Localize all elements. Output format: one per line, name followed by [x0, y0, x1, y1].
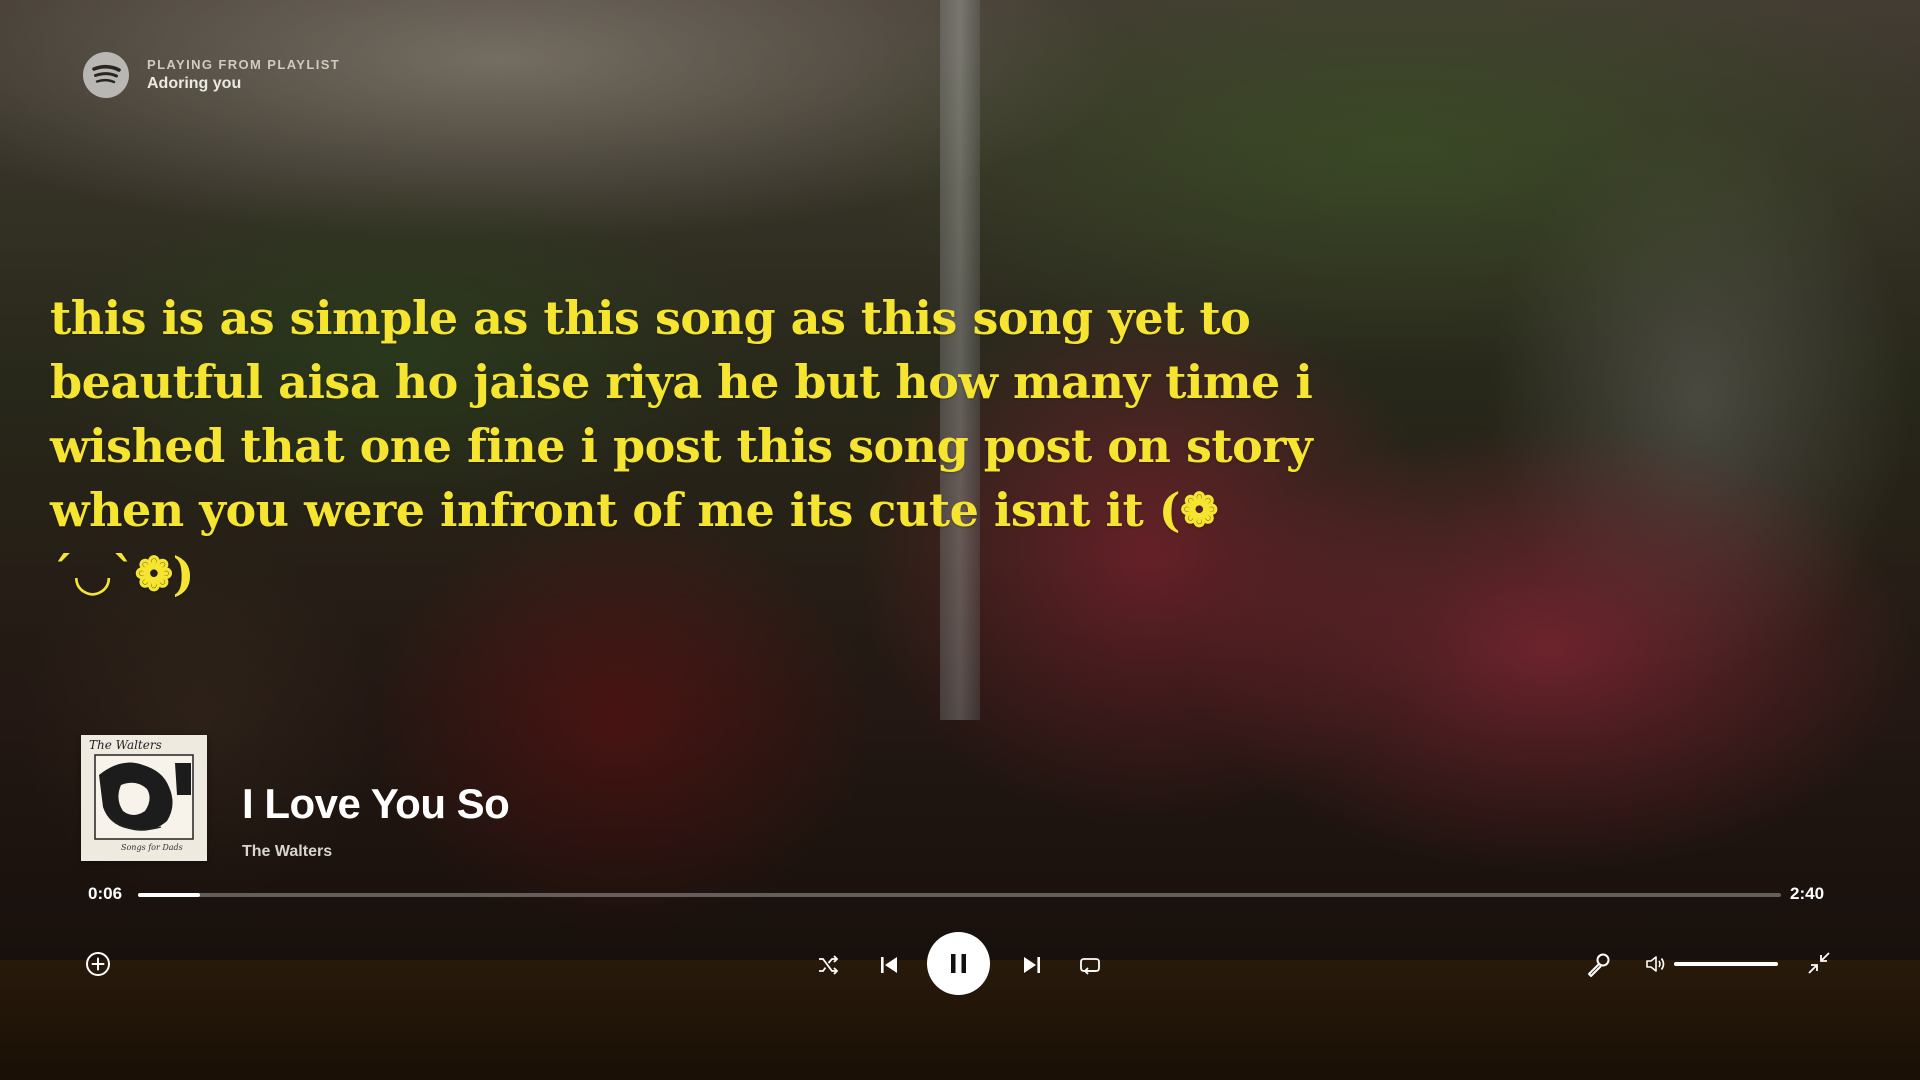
microphone-icon — [1588, 953, 1610, 977]
elapsed-time: 0:06 — [88, 884, 123, 903]
skip-previous-icon — [881, 957, 897, 973]
shuffle-button[interactable] — [816, 953, 840, 977]
volume-slider[interactable] — [1674, 962, 1778, 966]
track-title[interactable]: I Love You So — [242, 780, 510, 828]
next-button[interactable] — [1020, 953, 1044, 977]
playing-context[interactable]: PLAYING FROM PLAYLIST Adoring you — [83, 52, 340, 98]
repeat-icon — [1080, 958, 1100, 975]
volume-fill — [1674, 962, 1778, 966]
previous-button[interactable] — [877, 953, 901, 977]
plus-circle-icon — [86, 952, 110, 976]
volume-button[interactable] — [1644, 953, 1666, 975]
progress-bar[interactable] — [138, 893, 1781, 897]
lyrics-text: this is as simple as this song as this s… — [50, 291, 1313, 601]
album-art-subtitle: Songs for Dads — [121, 843, 183, 852]
album-art[interactable]: The Walters Songs for Dads — [81, 735, 207, 861]
skip-next-icon — [1024, 957, 1040, 973]
shuffle-icon — [819, 955, 839, 975]
context-label: PLAYING FROM PLAYLIST — [147, 57, 341, 72]
repeat-button[interactable] — [1078, 953, 1102, 977]
exit-fullscreen-icon — [1808, 952, 1830, 974]
total-time: 2:40 — [1790, 884, 1825, 903]
add-to-playlist-button[interactable] — [84, 950, 112, 978]
pause-button[interactable] — [927, 932, 990, 995]
progress-fill — [138, 893, 200, 897]
track-artist[interactable]: The Walters — [242, 843, 332, 861]
lyrics-button[interactable] — [1584, 951, 1612, 979]
exit-fullscreen-button[interactable] — [1806, 950, 1832, 976]
spotify-icon — [83, 52, 129, 98]
fullscreen-player: PLAYING FROM PLAYLIST Adoring you this i… — [0, 0, 1920, 1080]
pause-icon — [951, 954, 966, 973]
volume-icon — [1646, 956, 1665, 972]
playlist-name[interactable]: Adoring you — [147, 75, 340, 93]
